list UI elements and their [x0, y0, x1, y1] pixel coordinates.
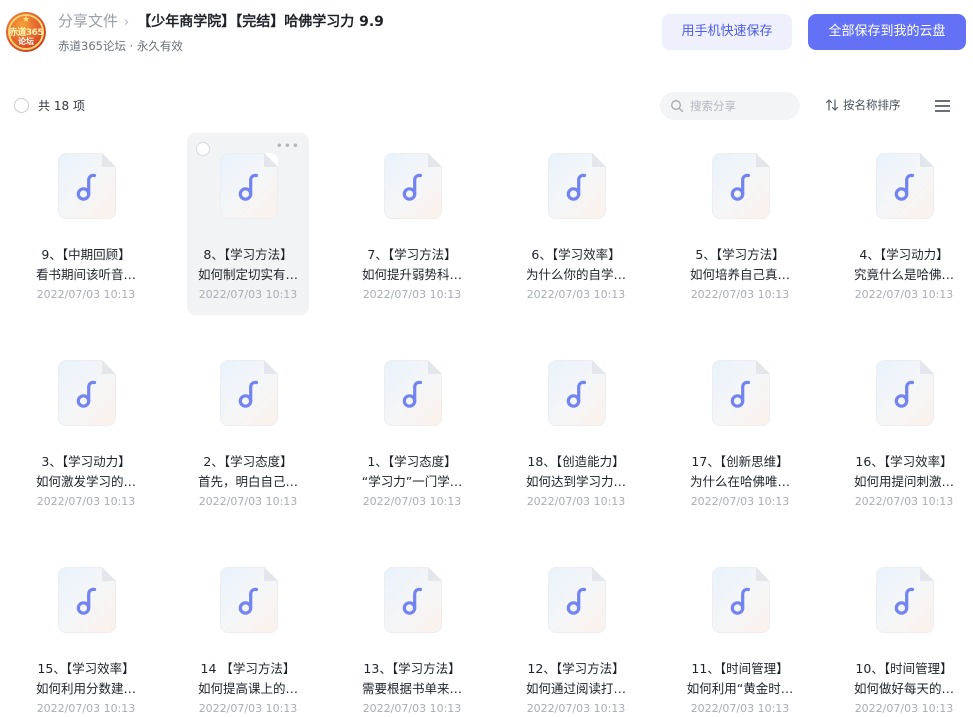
- audio-file-icon: [58, 153, 116, 219]
- file-name-line-2: 如何制定切实有…: [197, 267, 298, 282]
- file-card[interactable]: 13、【学习方法】 需要根据书单来… 2022/07/03 10:13: [351, 547, 473, 717]
- file-card[interactable]: 17、【创新思维】 为什么在哈佛唯… 2022/07/03 10:13: [679, 340, 801, 522]
- audio-file-icon: [220, 153, 278, 219]
- file-name-line-2: 如何通过阅读打…: [525, 681, 626, 696]
- audio-file-icon: [384, 360, 442, 426]
- file-date: 2022/07/03 10:13: [526, 495, 626, 508]
- file-card[interactable]: 9、【中期回顾】 看书期间该听音… 2022/07/03 10:13: [25, 133, 147, 315]
- file-date: 2022/07/03 10:13: [526, 288, 626, 301]
- file-date: 2022/07/03 10:13: [36, 495, 136, 508]
- file-date: 2022/07/03 10:13: [690, 702, 790, 715]
- audio-file-icon: [712, 567, 770, 633]
- file-name-line-2: “学习力”一门学…: [361, 474, 463, 489]
- file-name-line-1: 14 【学习方法】: [200, 661, 296, 676]
- file-date: 2022/07/03 10:13: [198, 495, 298, 508]
- file-name-line-1: 7、【学习方法】: [367, 247, 457, 262]
- audio-file-icon: [384, 153, 442, 219]
- audio-file-icon: [712, 360, 770, 426]
- file-name-line-1: 16、【学习效率】: [855, 454, 953, 469]
- file-date: 2022/07/03 10:13: [362, 288, 462, 301]
- file-date: 2022/07/03 10:13: [198, 702, 298, 715]
- file-date: 2022/07/03 10:13: [198, 288, 298, 301]
- file-date: 2022/07/03 10:13: [362, 702, 462, 715]
- audio-file-icon: [876, 567, 934, 633]
- file-name-line-1: 12、【学习方法】: [527, 661, 625, 676]
- file-name-line-2: 为什么在哈佛唯…: [689, 474, 790, 489]
- file-card[interactable]: 15、【学习效率】 如何利用分数建… 2022/07/03 10:13: [25, 547, 147, 717]
- file-checkbox[interactable]: [196, 142, 210, 156]
- file-name-line-2: 究竟什么是哈佛…: [853, 267, 954, 282]
- file-date: 2022/07/03 10:13: [36, 702, 136, 715]
- file-date: 2022/07/03 10:13: [36, 288, 136, 301]
- audio-file-icon: [876, 153, 934, 219]
- file-date: 2022/07/03 10:13: [854, 288, 954, 301]
- file-name-line-2: 如何利用“黄金时…: [686, 681, 794, 696]
- file-name-line-2: 如何利用分数建…: [35, 681, 136, 696]
- audio-file-icon: [548, 153, 606, 219]
- file-card[interactable]: 11、【时间管理】 如何利用“黄金时… 2022/07/03 10:13: [679, 547, 801, 717]
- file-name-line-2: 如何提升弱势科…: [361, 267, 462, 282]
- file-name-line-1: 10、【时间管理】: [855, 661, 953, 676]
- file-name-line-1: 6、【学习效率】: [531, 247, 621, 262]
- file-name-line-1: 11、【时间管理】: [691, 661, 789, 676]
- file-name-line-2: 首先，明白自己…: [197, 474, 298, 489]
- file-name-line-2: 如何培养自己真…: [689, 267, 790, 282]
- audio-file-icon: [58, 360, 116, 426]
- file-date: 2022/07/03 10:13: [854, 495, 954, 508]
- file-name-line-2: 如何激发学习的…: [35, 474, 136, 489]
- file-date: 2022/07/03 10:13: [690, 495, 790, 508]
- file-card[interactable]: 16、【学习效率】 如何用提问刺激… 2022/07/03 10:13: [843, 340, 965, 522]
- file-card[interactable]: 10、【时间管理】 如何做好每天的… 2022/07/03 10:13: [843, 547, 965, 717]
- file-date: 2022/07/03 10:13: [854, 702, 954, 715]
- audio-file-icon: [876, 360, 934, 426]
- file-name-line-2: 如何达到学习力…: [525, 474, 626, 489]
- file-card[interactable]: 14 【学习方法】 如何提高课上的… 2022/07/03 10:13: [187, 547, 309, 717]
- file-date: 2022/07/03 10:13: [362, 495, 462, 508]
- file-card[interactable]: 18、【创造能力】 如何达到学习力… 2022/07/03 10:13: [515, 340, 637, 522]
- file-name-line-2: 看书期间该听音…: [35, 267, 136, 282]
- audio-file-icon: [548, 567, 606, 633]
- more-options-icon[interactable]: •••: [276, 139, 300, 153]
- file-name-line-1: 3、【学习动力】: [41, 454, 131, 469]
- audio-file-icon: [548, 360, 606, 426]
- audio-file-icon: [58, 567, 116, 633]
- file-name-line-1: 18、【创造能力】: [527, 454, 625, 469]
- file-grid: 9、【中期回顾】 看书期间该听音… 2022/07/03 10:13 ••• 8、【学习…: [0, 0, 973, 717]
- file-card[interactable]: 4、【学习动力】 究竟什么是哈佛… 2022/07/03 10:13: [843, 133, 965, 315]
- file-name-line-1: 17、【创新思维】: [691, 454, 789, 469]
- audio-file-icon: [220, 567, 278, 633]
- file-name-line-2: 如何做好每天的…: [853, 681, 954, 696]
- audio-file-icon: [220, 360, 278, 426]
- file-name-line-1: 8、【学习方法】: [203, 247, 293, 262]
- file-date: 2022/07/03 10:13: [526, 702, 626, 715]
- file-card[interactable]: 12、【学习方法】 如何通过阅读打… 2022/07/03 10:13: [515, 547, 637, 717]
- file-card[interactable]: 7、【学习方法】 如何提升弱势科… 2022/07/03 10:13: [351, 133, 473, 315]
- file-name-line-2: 需要根据书单来…: [361, 681, 462, 696]
- audio-file-icon: [384, 567, 442, 633]
- file-card[interactable]: 5、【学习方法】 如何培养自己真… 2022/07/03 10:13: [679, 133, 801, 315]
- file-name-line-1: 9、【中期回顾】: [41, 247, 131, 262]
- file-card[interactable]: 1、【学习态度】 “学习力”一门学… 2022/07/03 10:13: [351, 340, 473, 522]
- file-name-line-2: 如何用提问刺激…: [853, 474, 954, 489]
- file-card[interactable]: 3、【学习动力】 如何激发学习的… 2022/07/03 10:13: [25, 340, 147, 522]
- audio-file-icon: [712, 153, 770, 219]
- file-name-line-1: 15、【学习效率】: [37, 661, 135, 676]
- file-name-line-1: 13、【学习方法】: [363, 661, 461, 676]
- file-card[interactable]: ••• 8、【学习方法】 如何制定切实有… 2022/07/03 10:13: [187, 133, 309, 315]
- file-name-line-2: 如何提高课上的…: [197, 681, 298, 696]
- file-date: 2022/07/03 10:13: [690, 288, 790, 301]
- file-name-line-1: 5、【学习方法】: [695, 247, 785, 262]
- file-name-line-1: 2、【学习态度】: [203, 454, 293, 469]
- file-name-line-1: 4、【学习动力】: [859, 247, 949, 262]
- file-name-line-2: 为什么你的自学…: [525, 267, 626, 282]
- file-card[interactable]: 2、【学习态度】 首先，明白自己… 2022/07/03 10:13: [187, 340, 309, 522]
- file-name-line-1: 1、【学习态度】: [367, 454, 457, 469]
- file-card[interactable]: 6、【学习效率】 为什么你的自学… 2022/07/03 10:13: [515, 133, 637, 315]
